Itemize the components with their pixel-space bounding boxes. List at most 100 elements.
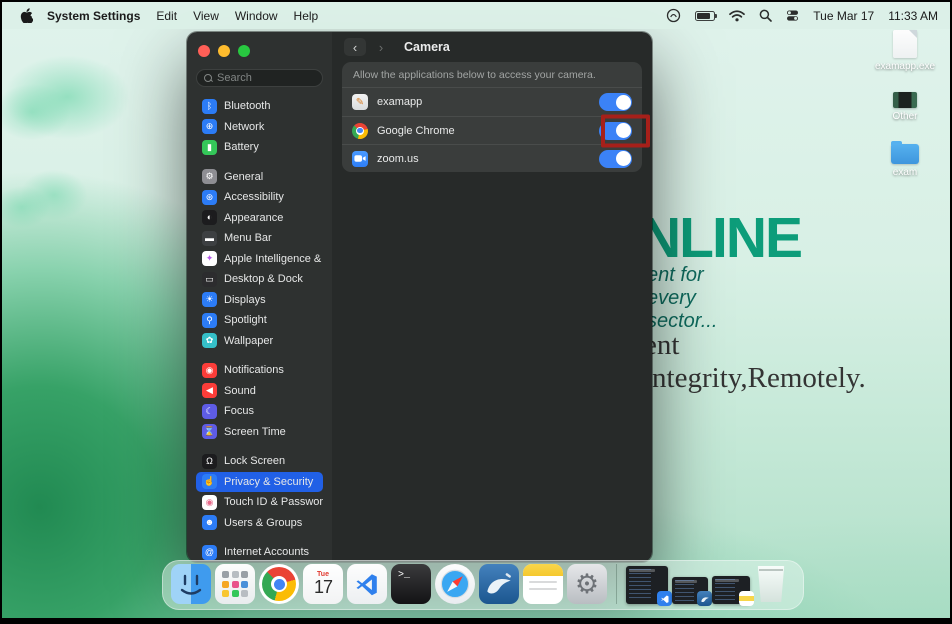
sidebar-item-spotlight[interactable]: ⚲Spotlight xyxy=(196,310,323,331)
desktop-icon-other[interactable]: Other xyxy=(874,86,936,122)
launchpad-dot xyxy=(232,571,239,578)
dock-terminal-icon[interactable]: >_ xyxy=(391,564,431,604)
dock-calendar-icon[interactable]: Tue17 xyxy=(303,564,343,604)
settings-sidebar: Search ᛒBluetooth⊕Network▮Battery ⚙Genera… xyxy=(187,32,332,562)
desktop-icon-label: exam xyxy=(893,167,917,178)
dock-minimized-mysql-window[interactable] xyxy=(672,577,708,604)
zoom-us-camera-toggle[interactable] xyxy=(599,150,632,168)
dock-minimized-notes-window[interactable] xyxy=(712,576,750,604)
google-chrome-app-icon xyxy=(352,123,368,139)
sidebar-item-touch-id-password[interactable]: ◉Touch ID & Password xyxy=(196,492,323,513)
desktop-icon-exam[interactable]: exam xyxy=(874,136,936,178)
menu-bar: System Settings Edit View Window Help Tu… xyxy=(2,2,950,29)
sidebar-item-network[interactable]: ⊕Network xyxy=(196,117,323,138)
dock-minimized-vscode-window[interactable] xyxy=(626,566,668,604)
launchpad-dot xyxy=(241,590,248,597)
page-title: Camera xyxy=(404,40,450,54)
menu-item-help[interactable]: Help xyxy=(294,9,319,23)
sidebar-item-notifications[interactable]: ◉Notifications xyxy=(196,360,323,381)
search-input[interactable]: Search xyxy=(196,69,323,87)
privacy-security-icon: ☝ xyxy=(202,474,217,489)
internet-accounts-icon: @ xyxy=(202,545,217,560)
menubar-time[interactable]: 11:33 AM xyxy=(888,9,938,23)
sound-icon: ◀ xyxy=(202,383,217,398)
camera-description: Allow the applications below to access y… xyxy=(342,62,642,88)
sidebar-item-privacy-security[interactable]: ☝Privacy & Security xyxy=(196,472,323,493)
control-center-icon[interactable] xyxy=(786,9,799,22)
examapp-camera-toggle[interactable] xyxy=(599,93,632,111)
sidebar-item-label: General xyxy=(224,171,263,183)
menu-item-view[interactable]: View xyxy=(193,9,219,23)
accessibility-icon: ⊛ xyxy=(202,190,217,205)
menu-item-window[interactable]: Window xyxy=(235,9,278,23)
sidebar-item-label: Spotlight xyxy=(224,314,267,326)
sidebar-item-desktop-dock[interactable]: ▭Desktop & Dock xyxy=(196,269,323,290)
sidebar-item-label: Menu Bar xyxy=(224,232,272,244)
back-button[interactable]: ‹ xyxy=(344,38,366,56)
minimize-button[interactable] xyxy=(218,45,230,57)
search-placeholder: Search xyxy=(217,72,252,84)
sidebar-item-appearance[interactable]: ◐Appearance xyxy=(196,208,323,229)
desktop-icon-examapp-exe[interactable]: examapp.exe xyxy=(874,30,936,72)
launchpad-dot xyxy=(222,571,229,578)
sidebar-item-displays[interactable]: ☀Displays xyxy=(196,290,323,311)
notes-band xyxy=(523,564,563,576)
sidebar-item-sound[interactable]: ◀Sound xyxy=(196,381,323,402)
app-row-zoom-us: zoom.us xyxy=(342,144,642,172)
dock-trash-icon[interactable] xyxy=(756,566,786,602)
app-row-google-chrome: Google Chrome xyxy=(342,116,642,144)
folder-icon xyxy=(891,144,919,164)
dock-finder-icon[interactable] xyxy=(171,564,211,604)
sidebar-item-focus[interactable]: ☾Focus xyxy=(196,401,323,422)
sidebar-item-label: Displays xyxy=(224,294,266,306)
focus-icon: ☾ xyxy=(202,404,217,419)
appearance-icon: ◐ xyxy=(202,210,217,225)
search-icon[interactable] xyxy=(759,9,772,22)
sidebar-item-internet-accounts[interactable]: @Internet Accounts xyxy=(196,542,323,562)
sidebar-item-wallpaper[interactable]: ✿Wallpaper xyxy=(196,331,323,352)
sidebar-item-bluetooth[interactable]: ᛒBluetooth xyxy=(196,96,323,117)
sidebar-group: ◉Notifications◀Sound☾Focus⌛Screen Time xyxy=(196,360,323,442)
menu-app-name[interactable]: System Settings xyxy=(47,9,140,23)
launchpad-dot xyxy=(232,590,239,597)
forward-button[interactable]: › xyxy=(370,38,392,56)
dock-system-settings-icon[interactable]: ⚙ xyxy=(567,564,607,604)
launchpad-dot xyxy=(241,571,248,578)
menubar-date[interactable]: Tue Mar 17 xyxy=(813,9,874,23)
sidebar-item-apple-intelligence-siri[interactable]: ✦Apple Intelligence & Siri xyxy=(196,249,323,270)
sidebar-item-label: Network xyxy=(224,121,264,133)
wallpaper-icon: ✿ xyxy=(202,333,217,348)
screen: NLINE ent for every sector... ent integr… xyxy=(0,0,952,624)
sidebar-item-lock-screen[interactable]: ΩLock Screen xyxy=(196,451,323,472)
sidebar-item-general[interactable]: ⚙General xyxy=(196,167,323,188)
close-button[interactable] xyxy=(198,45,210,57)
dock-mysql-workbench-icon[interactable] xyxy=(479,564,519,604)
sidebar-item-battery[interactable]: ▮Battery xyxy=(196,137,323,158)
wifi-icon[interactable] xyxy=(729,10,745,22)
sidebar-item-label: Touch ID & Password xyxy=(224,496,323,508)
dock-safari-icon[interactable] xyxy=(435,564,475,604)
battery-icon[interactable] xyxy=(695,11,715,21)
dock: Tue17 >_ ⚙ xyxy=(162,560,804,610)
dock-chrome-icon[interactable] xyxy=(259,564,299,604)
sidebar-item-screen-time[interactable]: ⌛Screen Time xyxy=(196,422,323,443)
sidebar-item-users-groups[interactable]: ☻Users & Groups xyxy=(196,513,323,534)
wallpaper-tagline: ent for every sector... xyxy=(647,264,717,333)
sidebar-item-accessibility[interactable]: ⊛Accessibility xyxy=(196,187,323,208)
sidebar-item-menu-bar[interactable]: ▬Menu Bar xyxy=(196,228,323,249)
sidebar-item-label: Battery xyxy=(224,141,259,153)
lock-screen-icon: Ω xyxy=(202,454,217,469)
apple-logo-icon[interactable] xyxy=(20,8,33,23)
creative-cloud-icon[interactable] xyxy=(666,8,681,23)
dock-launchpad-icon[interactable] xyxy=(215,564,255,604)
window-controls xyxy=(196,42,323,69)
dock-notes-icon[interactable] xyxy=(523,564,563,604)
notes-line xyxy=(529,588,557,590)
calendar-day: 17 xyxy=(314,577,332,598)
wallpaper-subline: ent integrity,Remotely. xyxy=(644,329,866,395)
app-name-label: Google Chrome xyxy=(377,125,590,137)
zoom-button[interactable] xyxy=(238,45,250,57)
menu-item-edit[interactable]: Edit xyxy=(156,9,177,23)
dock-vscode-icon[interactable] xyxy=(347,564,387,604)
content-header: ‹ › Camera xyxy=(332,32,652,62)
